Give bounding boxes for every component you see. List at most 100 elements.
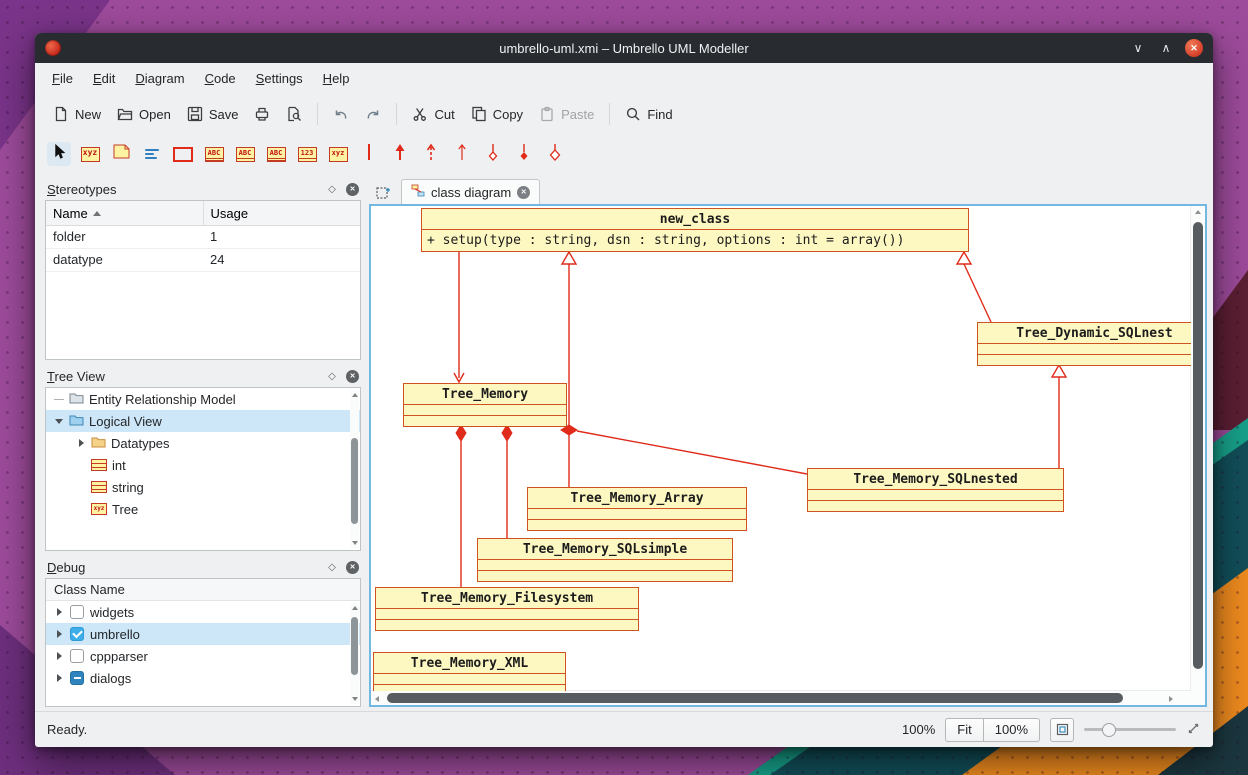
scrollbar-thumb[interactable] bbox=[351, 617, 358, 675]
column-header-name[interactable]: Name bbox=[46, 201, 204, 225]
slider-knob[interactable] bbox=[1102, 723, 1116, 737]
float-panel-icon[interactable]: ◇ bbox=[324, 368, 340, 384]
chevron-right-icon[interactable] bbox=[54, 674, 64, 682]
menu-edit[interactable]: Edit bbox=[84, 66, 124, 91]
box-tool[interactable] bbox=[171, 142, 195, 166]
scroll-left-icon[interactable] bbox=[375, 696, 379, 702]
zoom-100-button[interactable]: 100% bbox=[983, 718, 1040, 742]
menu-code[interactable]: Code bbox=[196, 66, 245, 91]
column-header-usage[interactable]: Usage bbox=[204, 201, 361, 225]
debug-item-cppparser[interactable]: cppparser bbox=[46, 645, 360, 667]
close-icon[interactable]: ✕ bbox=[1185, 39, 1203, 57]
chevron-right-icon[interactable] bbox=[54, 652, 64, 660]
tree-item-tree[interactable]: xyz Tree bbox=[46, 498, 360, 520]
save-button[interactable]: Save bbox=[179, 100, 247, 128]
debug-item-dialogs[interactable]: dialogs bbox=[46, 667, 360, 689]
class-node-Tree_Memory_XML[interactable]: Tree_Memory_XML bbox=[373, 652, 566, 691]
zoom-slider[interactable] bbox=[1084, 721, 1176, 739]
close-icon[interactable]: ✕ bbox=[346, 561, 359, 574]
association-tool[interactable] bbox=[357, 142, 381, 166]
titlebar[interactable]: umbrello-uml.xmi – Umbrello UML Modeller… bbox=[35, 33, 1213, 63]
select-tool[interactable] bbox=[47, 142, 71, 166]
new-tab-button[interactable] bbox=[371, 182, 395, 204]
menu-file[interactable]: File bbox=[43, 66, 82, 91]
horizontal-scrollbar[interactable] bbox=[371, 690, 1191, 705]
scrollbar-thumb[interactable] bbox=[1193, 222, 1203, 669]
print-button[interactable] bbox=[246, 100, 278, 128]
menu-diagram[interactable]: Diagram bbox=[126, 66, 193, 91]
chevron-right-icon[interactable] bbox=[54, 608, 64, 616]
checkbox-checked[interactable] bbox=[70, 627, 84, 641]
debug-scrollbar[interactable] bbox=[350, 603, 359, 704]
scroll-right-icon[interactable] bbox=[1169, 696, 1173, 702]
find-button[interactable]: Find bbox=[617, 100, 680, 128]
composition-tool[interactable] bbox=[512, 142, 536, 166]
vertical-scrollbar[interactable] bbox=[1190, 206, 1205, 691]
float-panel-icon[interactable]: ◇ bbox=[324, 181, 340, 197]
tree-item-int[interactable]: int bbox=[46, 454, 360, 476]
datatype-tool[interactable]: ABC bbox=[264, 142, 288, 166]
menu-settings[interactable]: Settings bbox=[247, 66, 312, 91]
scrollbar-thumb[interactable] bbox=[387, 693, 1123, 703]
aggregation-tool[interactable] bbox=[481, 142, 505, 166]
interface-tool[interactable]: ABC bbox=[233, 142, 257, 166]
directed-association-tool[interactable] bbox=[450, 142, 474, 166]
zoom-full-button[interactable] bbox=[1050, 718, 1074, 742]
checkbox-partial[interactable] bbox=[70, 671, 84, 685]
scroll-down-icon[interactable] bbox=[352, 541, 358, 545]
class-node-Tree_Memory_Filesystem[interactable]: Tree_Memory_Filesystem bbox=[375, 587, 639, 631]
tree-item-entity-relationship-model[interactable]: Entity Relationship Model bbox=[46, 388, 360, 410]
dependency-tool[interactable] bbox=[419, 142, 443, 166]
scroll-down-icon[interactable] bbox=[352, 697, 358, 701]
minimize-icon[interactable]: ∨ bbox=[1129, 39, 1147, 57]
new-button[interactable]: New bbox=[45, 100, 109, 128]
paste-button[interactable]: Paste bbox=[531, 100, 602, 128]
containment-tool[interactable] bbox=[543, 142, 567, 166]
undo-button[interactable] bbox=[325, 100, 357, 128]
class-node-Tree_Memory_Array[interactable]: Tree_Memory_Array bbox=[527, 487, 747, 531]
class-node-Tree_Dynamic_SQLnest[interactable]: Tree_Dynamic_SQLnest bbox=[977, 322, 1191, 366]
scrollbar-thumb[interactable] bbox=[351, 438, 358, 524]
tab-class-diagram[interactable]: class diagram ✕ bbox=[401, 179, 540, 204]
alignment-tool[interactable] bbox=[140, 142, 164, 166]
chevron-right-icon[interactable] bbox=[76, 439, 86, 447]
close-icon[interactable]: ✕ bbox=[517, 186, 530, 199]
chevron-right-icon[interactable] bbox=[54, 630, 64, 638]
scroll-up-icon[interactable] bbox=[1195, 210, 1201, 214]
float-panel-icon[interactable]: ◇ bbox=[324, 559, 340, 575]
table-row[interactable]: datatype 24 bbox=[46, 249, 360, 272]
tree-item-datatypes[interactable]: Datatypes bbox=[46, 432, 360, 454]
class-node-Tree_Memory_SQLsimple[interactable]: Tree_Memory_SQLsimple bbox=[477, 538, 733, 582]
menu-help[interactable]: Help bbox=[314, 66, 359, 91]
class-tool[interactable]: ABC bbox=[202, 142, 226, 166]
scroll-up-icon[interactable] bbox=[352, 606, 358, 610]
class-node-Tree_Memory[interactable]: Tree_Memory bbox=[403, 383, 567, 427]
text-tool[interactable]: xyz bbox=[78, 142, 102, 166]
tree-item-logical-view[interactable]: Logical View bbox=[46, 410, 360, 432]
class-node-new_class[interactable]: new_class+ setup(type : string, dsn : st… bbox=[421, 208, 969, 252]
copy-button[interactable]: Copy bbox=[463, 100, 531, 128]
enum-tool[interactable]: 123 bbox=[295, 142, 319, 166]
debug-item-umbrello[interactable]: umbrello bbox=[46, 623, 360, 645]
entity-tool[interactable]: xyz bbox=[326, 142, 350, 166]
checkbox-unchecked[interactable] bbox=[70, 649, 84, 663]
print-preview-button[interactable] bbox=[278, 100, 310, 128]
chevron-down-icon[interactable] bbox=[54, 419, 64, 424]
close-icon[interactable]: ✕ bbox=[346, 183, 359, 196]
zoom-fit-button[interactable]: Fit bbox=[945, 718, 982, 742]
open-button[interactable]: Open bbox=[109, 100, 179, 128]
checkbox-unchecked[interactable] bbox=[70, 605, 84, 619]
maximize-icon[interactable]: ∧ bbox=[1157, 39, 1175, 57]
expand-icon[interactable] bbox=[1186, 721, 1201, 739]
redo-button[interactable] bbox=[357, 100, 389, 128]
debug-item-widgets[interactable]: widgets bbox=[46, 601, 360, 623]
close-icon[interactable]: ✕ bbox=[346, 370, 359, 383]
table-row[interactable]: folder 1 bbox=[46, 226, 360, 249]
class-node-Tree_Memory_SQLnested[interactable]: Tree_Memory_SQLnested bbox=[807, 468, 1064, 512]
cut-button[interactable]: Cut bbox=[404, 100, 462, 128]
generalization-tool[interactable] bbox=[388, 142, 412, 166]
tree-item-string[interactable]: string bbox=[46, 476, 360, 498]
diagram-canvas[interactable]: new_class+ setup(type : string, dsn : st… bbox=[371, 206, 1191, 691]
tree-view-scrollbar[interactable] bbox=[350, 390, 359, 548]
note-tool[interactable] bbox=[109, 142, 133, 166]
